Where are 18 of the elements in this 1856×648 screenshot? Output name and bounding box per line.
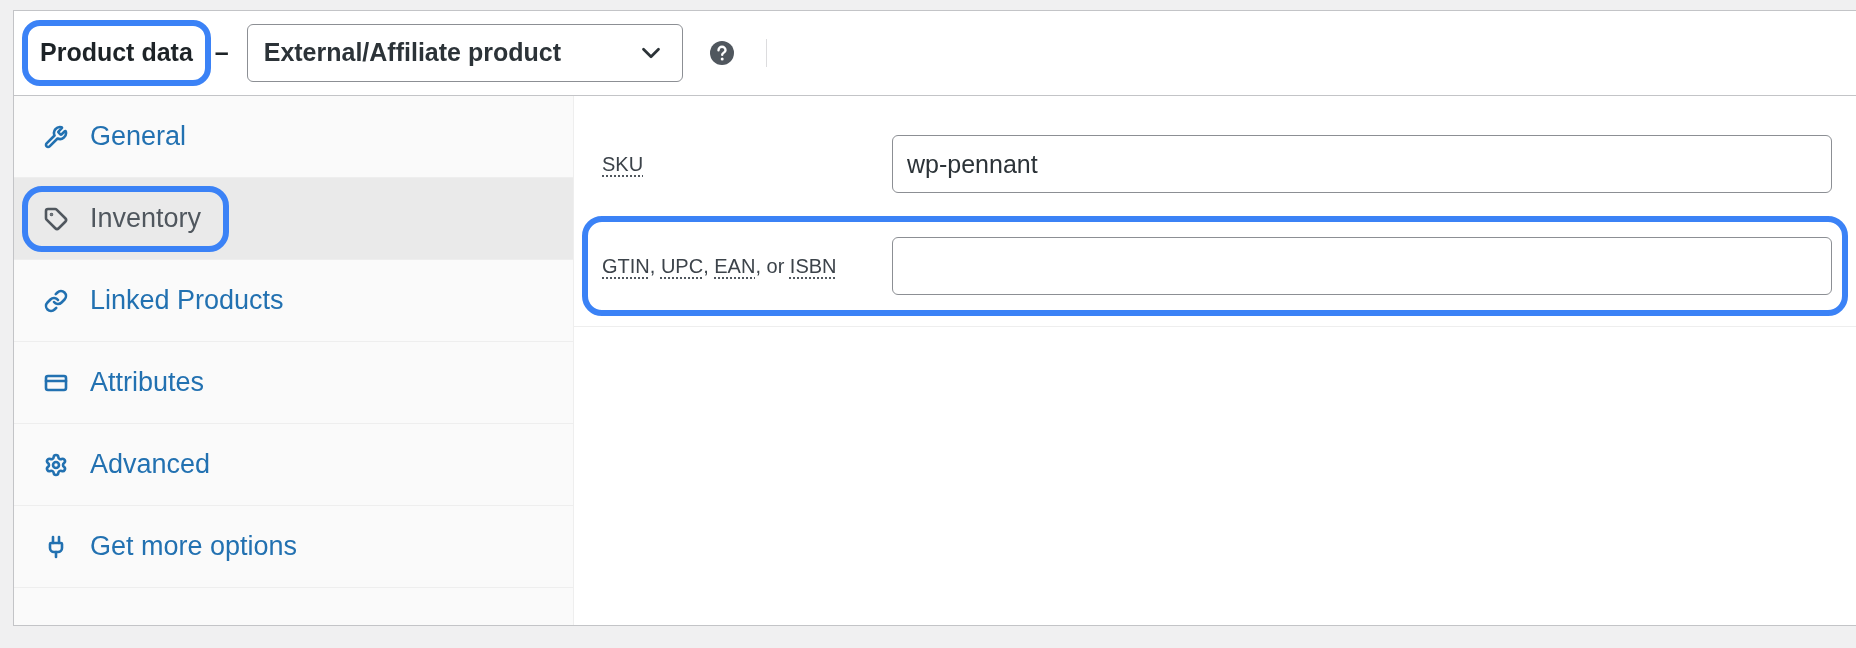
link-icon <box>44 288 68 313</box>
sidebar-tab[interactable]: Linked Products <box>22 267 312 334</box>
product-type-select[interactable]: External/Affiliate product <box>246 24 683 82</box>
sidebar-tab[interactable]: General <box>22 103 215 170</box>
tag-icon <box>44 206 68 231</box>
wrench-icon <box>44 124 68 149</box>
sidebar-tab[interactable]: Get more options <box>22 513 326 580</box>
separator-dash: – <box>214 37 229 69</box>
text-input[interactable] <box>892 237 1832 295</box>
field-label: SKU <box>602 152 645 177</box>
settings-icon <box>44 452 68 477</box>
sidebar-tab[interactable]: Inventory <box>22 185 230 252</box>
field-label: GTIN, UPC, EAN, or ISBN <box>602 254 838 279</box>
help-icon[interactable] <box>709 41 734 65</box>
sidebar-tab[interactable]: Attributes <box>22 349 233 416</box>
panel-title: Product data <box>22 20 211 86</box>
text-input[interactable]: wp-pennant <box>892 135 1832 193</box>
sidebar-tab[interactable]: Advanced <box>22 431 239 498</box>
